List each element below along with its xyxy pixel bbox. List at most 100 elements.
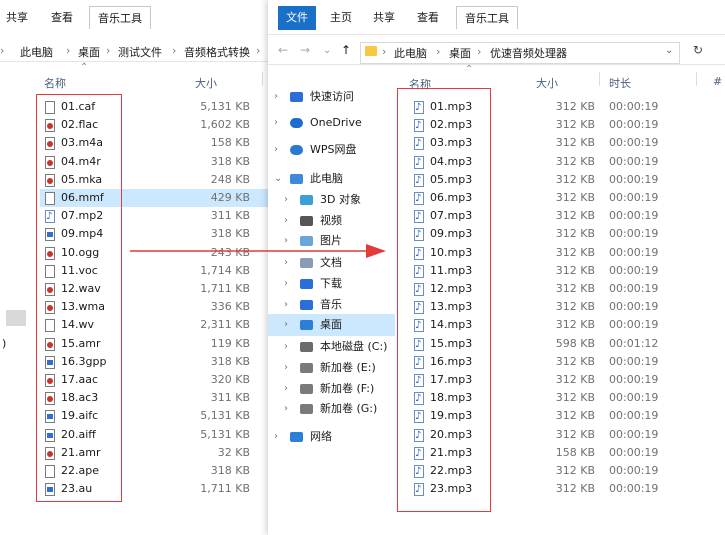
chevron-icon[interactable]: › (284, 210, 288, 232)
breadcrumb-item[interactable]: 此电脑 (20, 44, 53, 60)
nav-item-label: 桌面 (320, 318, 342, 331)
file-size: 312 KB (555, 209, 595, 223)
file-size: 429 KB (210, 191, 250, 204)
nav-item-2[interactable]: › OneDrive (268, 112, 395, 134)
chevron-icon[interactable]: › (274, 86, 278, 108)
back-arrow-icon[interactable]: ← (278, 43, 288, 57)
tab-home[interactable]: 主页 (330, 9, 352, 25)
address-dropdown-icon[interactable]: ⌄ (665, 45, 673, 56)
chevron-icon[interactable]: › (284, 398, 288, 420)
file-size: 312 KB (555, 282, 595, 295)
tab-share-left[interactable]: 共享 (6, 9, 28, 25)
file-size: 312 KB (555, 227, 595, 241)
drive-c-icon (300, 342, 313, 352)
file-size: 158 KB (210, 136, 250, 150)
nav-item-1[interactable]: › 快速访问 (268, 86, 395, 108)
tab-music-tools-left[interactable]: 音乐工具 (89, 6, 151, 29)
nav-item-5[interactable]: › 3D 对象 (268, 189, 395, 211)
cloud-icon (290, 118, 303, 128)
column-number-header[interactable]: # (713, 75, 722, 88)
breadcrumb-item[interactable]: 音频格式转换 (184, 44, 250, 60)
file-duration: 00:00:19 (609, 409, 659, 423)
nav-item-16[interactable]: › 网络 (268, 426, 395, 448)
file-duration: 00:00:19 (609, 154, 659, 168)
nav-item-6[interactable]: › 视频 (268, 210, 395, 232)
file-size: 5,131 KB (200, 100, 250, 113)
file-size: 312 KB (555, 391, 595, 405)
folder-icon (365, 46, 377, 56)
nav-item-label: 网络 (310, 430, 332, 443)
tab-view[interactable]: 查看 (417, 9, 439, 25)
column-size-header[interactable]: 大小 (536, 75, 558, 91)
nav-item-label: 新加卷 (F:) (320, 382, 375, 395)
column-size-header[interactable]: 大小 (195, 75, 217, 91)
nav-item-4[interactable]: ⌄ 此电脑 (268, 168, 395, 190)
nav-item-15[interactable]: › 新加卷 (G:) (268, 398, 395, 420)
nav-item-label: 音乐 (320, 298, 342, 311)
left-ribbon: 共享 查看 音乐工具 (0, 0, 268, 34)
file-size: 336 KB (210, 300, 250, 314)
file-duration: 00:00:19 (609, 191, 659, 204)
file-duration: 00:00:19 (609, 209, 659, 223)
nav-item-13[interactable]: › 新加卷 (E:) (268, 357, 395, 379)
drive-icon (300, 404, 313, 414)
file-size: 248 KB (210, 172, 250, 186)
breadcrumb-item[interactable]: 此电脑 (394, 45, 427, 61)
nav-item-10[interactable]: › 音乐 (268, 294, 395, 316)
nav-item-14[interactable]: › 新加卷 (F:) (268, 378, 395, 400)
file-duration: 00:00:19 (609, 373, 659, 386)
file-size: 312 KB (555, 118, 595, 132)
nav-item-11[interactable]: › 桌面 (268, 314, 395, 336)
nav-item-12[interactable]: › 本地磁盘 (C:) (268, 336, 395, 358)
chevron-icon[interactable]: › (274, 112, 278, 134)
chevron-icon[interactable]: › (284, 314, 288, 336)
navigation-pane: › 快速访问 › OneDrive › WPS网盘 ⌄ 此电脑 › 3D 对象 › 视频 › 图片 › 文档 ›… (268, 82, 395, 482)
file-duration: 00:01:12 (609, 336, 659, 350)
breadcrumb-item[interactable]: 优速音频处理器 (490, 45, 567, 61)
file-size: 119 KB (210, 336, 250, 350)
nav-item-9[interactable]: › 下载 (268, 273, 395, 295)
file-size: 320 KB (210, 373, 250, 386)
up-arrow-icon[interactable]: ↑ (341, 43, 351, 57)
file-size: 1,602 KB (200, 118, 250, 132)
tab-music-tools[interactable]: 音乐工具 (456, 6, 518, 29)
breadcrumb-item[interactable]: 测试文件 (118, 44, 162, 60)
column-duration-header[interactable]: 时长 (609, 75, 631, 91)
nav-item-label: OneDrive (310, 116, 362, 129)
chevron-icon[interactable]: › (284, 294, 288, 316)
nav-item-label: 3D 对象 (320, 193, 361, 206)
side-stub-text: ) (2, 337, 7, 350)
file-size: 318 KB (210, 354, 250, 368)
column-name-header[interactable]: 名称 (44, 75, 66, 91)
file-duration: 00:00:19 (609, 263, 659, 277)
computer-icon (290, 174, 303, 184)
refresh-icon[interactable]: ↻ (693, 43, 703, 57)
file-size: 1,711 KB (200, 482, 250, 496)
wps-cloud-icon (290, 145, 303, 155)
chevron-icon[interactable]: › (284, 336, 288, 358)
file-duration: 00:00:19 (609, 354, 659, 368)
nav-item-label: 本地磁盘 (C:) (320, 340, 388, 353)
left-address-bar[interactable]: › 此电脑 › 桌面 › 测试文件 › 音频格式转换 › (0, 37, 268, 62)
chevron-icon[interactable]: ⌄ (274, 168, 282, 190)
chevron-icon[interactable]: › (274, 426, 278, 448)
network-icon (290, 432, 303, 442)
file-size: 5,131 KB (200, 427, 250, 441)
chevron-icon[interactable]: › (284, 357, 288, 379)
recent-dropdown-icon[interactable]: ⌄ (323, 45, 331, 56)
chevron-icon[interactable]: › (274, 139, 278, 161)
file-duration: 00:00:19 (609, 427, 659, 441)
tab-view-left[interactable]: 查看 (51, 9, 73, 25)
breadcrumb-item[interactable]: 桌面 (449, 45, 471, 61)
tab-share[interactable]: 共享 (373, 9, 395, 25)
breadcrumb-item[interactable]: 桌面 (78, 44, 100, 60)
chevron-icon[interactable]: › (284, 378, 288, 400)
right-files-highlight-box (397, 88, 491, 512)
file-size: 312 KB (555, 154, 595, 168)
file-size: 312 KB (555, 245, 595, 259)
nav-item-3[interactable]: › WPS网盘 (268, 139, 395, 161)
chevron-icon[interactable]: › (284, 189, 288, 211)
chevron-icon[interactable]: › (284, 273, 288, 295)
forward-arrow-icon[interactable]: → (300, 43, 310, 57)
tab-file[interactable]: 文件 (278, 6, 316, 30)
